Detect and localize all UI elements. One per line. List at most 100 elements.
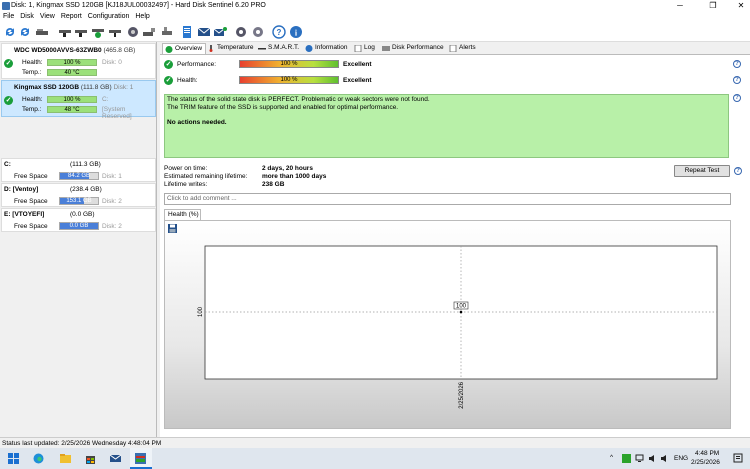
free-space-label: Free Space (14, 173, 48, 180)
disk-name: WDC WD5000AVVS-63ZWB0 (465.8 GB) (14, 47, 136, 54)
free-space-label: Free Space (14, 223, 48, 230)
volume-size: (0.0 GB) (70, 211, 95, 218)
y-tick-label: 100 (198, 306, 204, 317)
repeat-help-icon[interactable]: ? (734, 167, 742, 175)
health-label: Health: (22, 59, 43, 66)
menu-configuration[interactable]: Configuration (88, 12, 130, 22)
free-space-bar: 153.1 GB (59, 197, 99, 205)
menu-view[interactable]: View (40, 12, 55, 22)
disk-eject-icon[interactable] (142, 25, 156, 39)
configuration-icon[interactable] (251, 25, 265, 39)
volume-entry-d[interactable]: D: [Ventoy] (238.4 GB) Free Space 153.1 … (1, 183, 156, 207)
notification-icon[interactable] (733, 453, 743, 463)
writes-label: Lifetime writes: (164, 181, 208, 188)
volume-name: D: [Ventoy] (4, 186, 39, 193)
maximize-button[interactable]: ❐ (706, 1, 720, 11)
refresh-all-icon[interactable] (18, 25, 32, 39)
performance-icon (382, 46, 390, 51)
tab-log[interactable]: Log (352, 43, 375, 54)
health-text: Excellent (343, 77, 372, 84)
disk-entry-0[interactable]: WDC WD5000AVVS-63ZWB0 (465.8 GB) ✓ Healt… (1, 43, 156, 79)
status-bar: Status last updated: 2/25/2026 Wednesday… (0, 437, 750, 448)
hdsentinel-taskbar-button[interactable] (130, 448, 152, 469)
temp-bar: 40 °C (47, 69, 97, 76)
disk-ok-icon[interactable] (91, 25, 105, 39)
health-chart: 100 100 2/25/2026 (198, 245, 718, 409)
health-ok-icon: ✓ (4, 59, 13, 68)
menu-disk[interactable]: Disk (20, 12, 34, 22)
send-report-icon[interactable] (213, 25, 227, 39)
disk-surface-icon[interactable] (74, 25, 88, 39)
app-icon (2, 2, 10, 10)
smart-icon (258, 48, 266, 50)
hdd-icon[interactable] (126, 25, 140, 39)
file-explorer-icon[interactable] (60, 453, 71, 464)
email-icon[interactable] (197, 25, 211, 39)
speaker-icon[interactable] (648, 454, 657, 463)
volume-entry-e[interactable]: E: [VTOYEFI] (0.0 GB) Free Space 0.0 GB … (1, 208, 156, 232)
edge-icon[interactable] (33, 453, 44, 464)
lifetime-label: Estimated remaining lifetime: (164, 173, 248, 180)
settings-icon[interactable] (234, 25, 248, 39)
temp-label: Temp.: (22, 69, 42, 76)
clock-date[interactable]: 2/25/2026 (691, 459, 720, 466)
status-help-icon[interactable]: ? (733, 94, 741, 102)
health-bar: 100 % (47, 96, 97, 103)
minimize-button[interactable]: ─ (673, 1, 687, 11)
disk-ref: Disk: 0 (102, 59, 122, 66)
thermometer-icon (209, 45, 213, 52)
network-icon[interactable] (635, 454, 644, 463)
tools-icon[interactable] (160, 25, 174, 39)
report-icon[interactable] (180, 25, 194, 39)
partition-label: [System Reserved] (102, 106, 132, 120)
disk-ref: C: (102, 96, 109, 103)
comment-input[interactable]: Click to add comment ... (164, 193, 731, 205)
tab-smart[interactable]: S.M.A.R.T. (256, 43, 299, 54)
menu-report[interactable]: Report (61, 12, 82, 22)
tab-disk-performance[interactable]: Disk Performance (380, 43, 444, 54)
menu-file[interactable]: File (3, 12, 14, 22)
volume-entry-c[interactable]: C: (111.3 GB) Free Space 84.2 GB Disk: 1 (1, 158, 156, 182)
performance-text: Excellent (343, 61, 372, 68)
store-icon[interactable] (85, 453, 96, 464)
tab-alerts[interactable]: Alerts (447, 43, 476, 54)
hdsentinel-app-icon (135, 453, 146, 464)
clock-time[interactable]: 4:48 PM (695, 450, 719, 457)
tab-overview[interactable]: Overview (162, 43, 207, 54)
disk-reset-icon[interactable] (108, 25, 122, 39)
mail-icon[interactable] (110, 453, 121, 464)
repeat-test-button[interactable]: Repeat Test (674, 165, 730, 177)
speaker-muted-icon[interactable] (660, 454, 669, 463)
help-icon[interactable]: ? (272, 25, 286, 39)
performance-bar: 100 % (239, 60, 339, 68)
tray-hdsentinel-icon[interactable] (622, 454, 631, 463)
disk-entry-1[interactable]: Kingmax SSD 120GB (111.8 GB) Disk: 1 ✓ H… (1, 80, 156, 120)
refresh-icon[interactable] (3, 25, 17, 39)
performance-help-icon[interactable]: ? (733, 60, 741, 68)
health-bar: 100 % (239, 76, 339, 84)
tray-chevron-icon[interactable]: ^ (610, 454, 613, 461)
health-ok-icon: ✓ (164, 76, 173, 85)
tab-temperature[interactable]: Temperature (205, 43, 254, 54)
free-space-label: Free Space (14, 198, 48, 205)
start-icon[interactable] (8, 453, 19, 464)
health-help-icon[interactable]: ? (733, 76, 741, 84)
close-button[interactable]: ✕ (734, 1, 748, 11)
log-icon (354, 45, 362, 52)
check-icon (165, 46, 173, 53)
data-label: 100 (456, 304, 467, 310)
disk-info-icon[interactable] (35, 25, 49, 39)
menu-help[interactable]: Help (135, 12, 149, 22)
tab-strip: Overview Temperature S.M.A.R.T. Informat… (160, 42, 750, 54)
language-indicator[interactable]: ENG (674, 455, 688, 462)
status-message-box: The status of the solid state disk is PE… (164, 94, 729, 158)
about-icon[interactable]: i (289, 25, 303, 39)
disk-test-icon[interactable] (58, 25, 72, 39)
tab-information[interactable]: Information (303, 43, 348, 54)
volume-disk: Disk: 2 (102, 223, 122, 230)
tab-health-chart[interactable]: Health (%) (164, 209, 201, 220)
disk-list-panel: WDC WD5000AVVS-63ZWB0 (465.8 GB) ✓ Healt… (0, 42, 157, 437)
volume-name: E: [VTOYEFI] (4, 211, 45, 218)
alerts-icon (449, 45, 457, 52)
menu-bar: File Disk View Report Configuration Help (0, 12, 750, 22)
